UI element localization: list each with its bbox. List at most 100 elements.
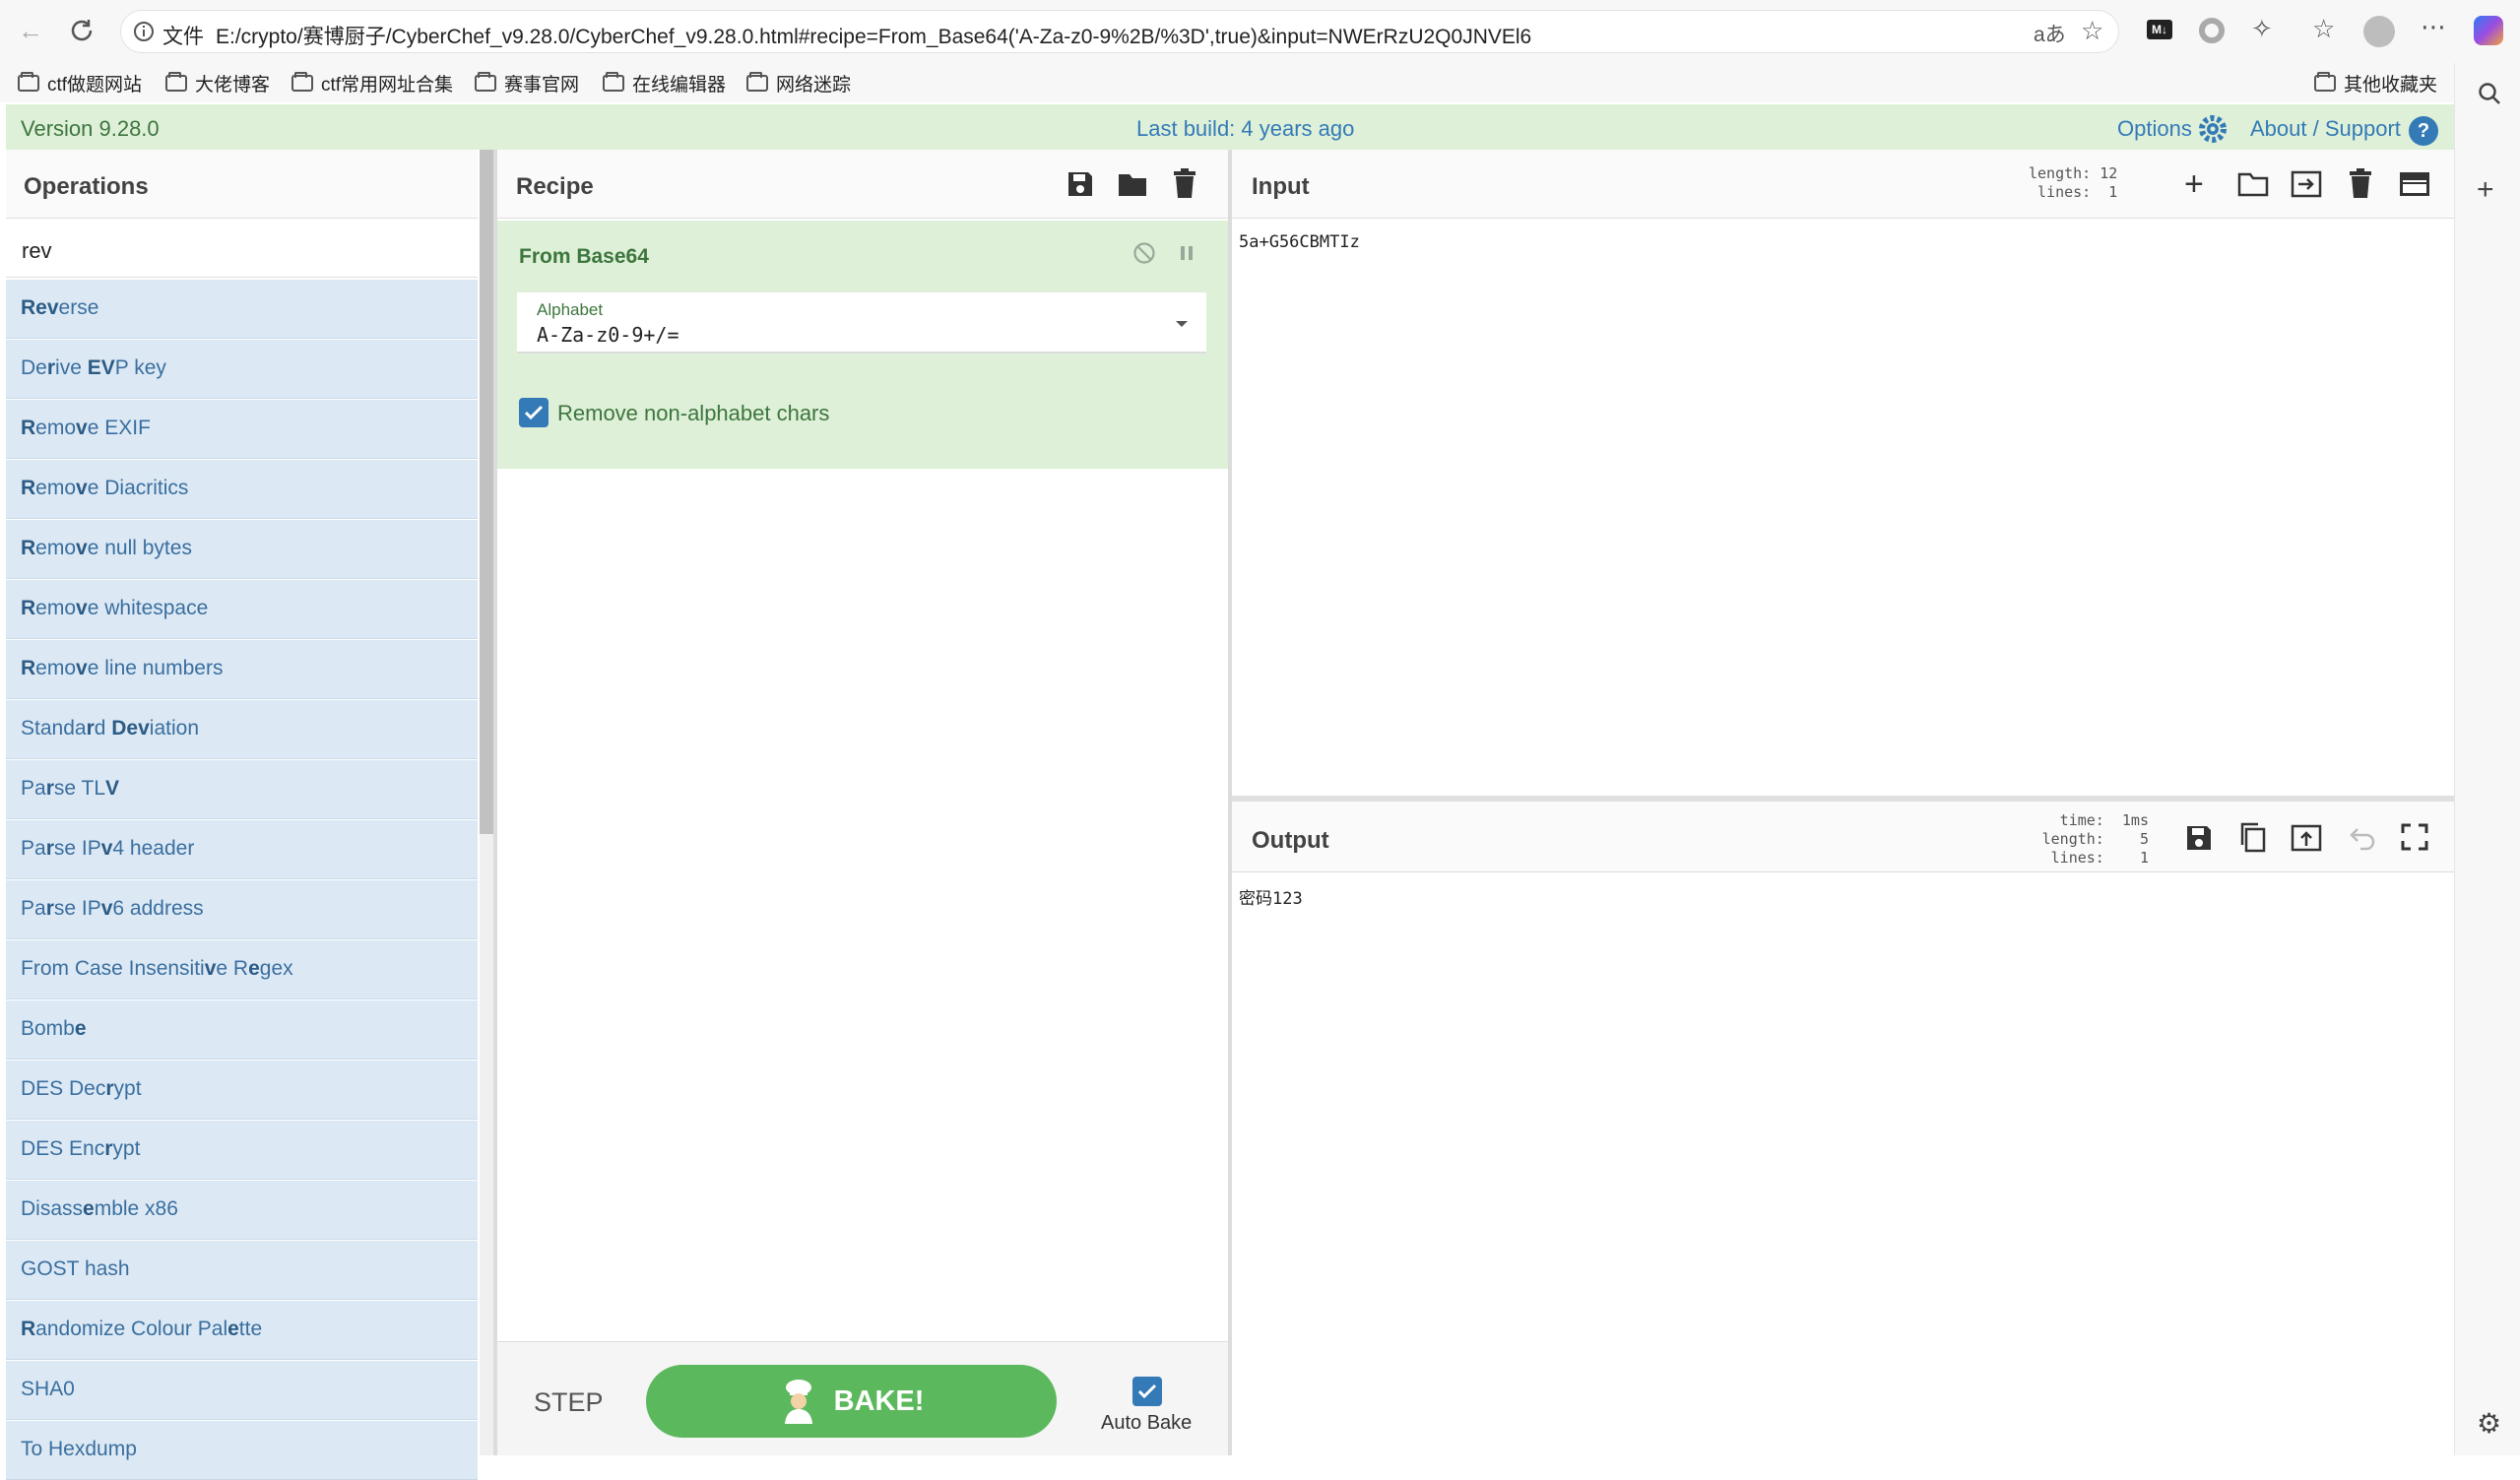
checkmark-icon xyxy=(524,405,544,420)
address-bar[interactable]: 文件 E:/crypto/赛博厨子/CyberChef_v9.28.0/Cybe… xyxy=(120,10,2119,53)
bookmark-item[interactable]: 在线编辑器 xyxy=(603,69,726,97)
browser-sidebar: + ⚙ xyxy=(2454,63,2520,1455)
copy-output-icon[interactable] xyxy=(2237,821,2267,853)
operation-item-text: d xyxy=(94,717,112,740)
operation-item[interactable]: Derive EVP key xyxy=(6,340,478,399)
operation-item-text: GOST hash xyxy=(21,1257,130,1280)
markdown-extension-icon[interactable]: M↓ xyxy=(2147,20,2172,39)
operations-search-input[interactable]: rev xyxy=(6,219,478,278)
save-output-icon[interactable] xyxy=(2184,823,2214,853)
options-gear-icon[interactable] xyxy=(2198,114,2228,144)
bookmark-item[interactable]: 赛事官网 xyxy=(475,69,579,97)
operation-item-match: r xyxy=(46,356,56,379)
record-extension-icon[interactable] xyxy=(2199,18,2225,43)
operation-item-text: e EXIF xyxy=(87,417,151,439)
profile-avatar[interactable] xyxy=(2363,16,2395,47)
last-build-link[interactable]: Last build: 4 years ago xyxy=(1136,116,1354,142)
output-text[interactable]: 密码123 xyxy=(1239,884,1303,909)
operation-item-text: Pa xyxy=(21,777,46,800)
operation-item[interactable]: Bombe xyxy=(6,1000,478,1060)
open-file-icon[interactable] xyxy=(2237,171,2269,197)
input-header xyxy=(1232,150,2454,219)
bookmark-item[interactable]: 大佬博客 xyxy=(165,69,270,97)
load-folder-icon[interactable] xyxy=(2291,169,2322,199)
operation-item-match: v xyxy=(76,477,88,499)
operation-item-text: Pa xyxy=(21,897,46,920)
clear-input-icon[interactable] xyxy=(2348,167,2373,199)
operation-item-match: e xyxy=(227,1318,239,1340)
operation-item[interactable]: Reverse xyxy=(6,280,478,339)
replace-input-icon[interactable] xyxy=(2291,823,2322,853)
operation-item-text: emo xyxy=(35,597,77,619)
operation-item-text: Standa xyxy=(21,717,87,740)
options-link[interactable]: Options xyxy=(2117,116,2192,142)
input-textarea[interactable]: 5a+G56CBMTIz xyxy=(1239,232,1360,252)
operation-item[interactable]: Remove Diacritics xyxy=(6,460,478,519)
operation-item-match: Rev xyxy=(21,296,59,319)
favorite-star-icon[interactable]: ☆ xyxy=(2081,18,2103,43)
operation-item[interactable]: Parse IPv6 address xyxy=(6,880,478,939)
version-label: Version 9.28.0 xyxy=(21,116,160,141)
operation-item[interactable]: SHA0 xyxy=(6,1361,478,1420)
bookmark-item[interactable]: ctf常用网址合集 xyxy=(291,69,453,97)
settings-gear-icon[interactable]: ⚙ xyxy=(2477,1410,2501,1438)
operation-item-text: emo xyxy=(35,477,77,499)
operation-item-match: r xyxy=(45,777,54,800)
extensions-puzzle-icon[interactable]: ✧ xyxy=(2251,16,2273,41)
undo-icon[interactable] xyxy=(2346,825,2375,851)
bake-button[interactable]: BAKE! xyxy=(646,1365,1057,1438)
operation-item-text: se TL xyxy=(53,777,106,800)
about-support-link[interactable]: About / Support xyxy=(2250,116,2401,142)
operation-item[interactable]: Remove EXIF xyxy=(6,400,478,459)
add-icon[interactable]: + xyxy=(2477,175,2494,205)
read-aloud-icon[interactable]: aあ xyxy=(2034,19,2066,48)
save-recipe-icon[interactable] xyxy=(1066,169,1095,199)
operation-item-text: P key xyxy=(114,356,166,379)
disable-operation-icon[interactable] xyxy=(1132,241,1156,265)
auto-bake-checkbox[interactable] xyxy=(1132,1377,1162,1406)
step-button[interactable]: STEP xyxy=(534,1387,604,1418)
output-title: Output xyxy=(1252,827,1329,854)
operation-item-match: r xyxy=(45,837,54,860)
reset-layout-icon[interactable] xyxy=(2399,171,2430,197)
copilot-icon[interactable] xyxy=(2474,16,2503,45)
checkmark-icon xyxy=(1137,1383,1157,1399)
more-menu-icon[interactable]: ⋯ xyxy=(2421,14,2446,39)
remove-non-alphabet-checkbox[interactable] xyxy=(519,398,549,427)
reload-icon[interactable] xyxy=(67,16,97,45)
back-arrow-icon[interactable]: ← xyxy=(18,18,43,43)
operation-item[interactable]: DES Encrypt xyxy=(6,1121,478,1180)
operation-item-text: SHA0 xyxy=(21,1378,75,1400)
chevron-down-icon[interactable] xyxy=(1176,321,1188,327)
maximize-output-icon[interactable] xyxy=(2401,823,2428,851)
bookmark-item[interactable]: ctf做题网站 xyxy=(18,69,142,97)
operation-item-match: V xyxy=(105,777,120,800)
operation-item[interactable]: DES Decrypt xyxy=(6,1061,478,1120)
operation-item-match: r xyxy=(45,897,54,920)
load-recipe-icon[interactable] xyxy=(1117,169,1148,199)
operation-item[interactable]: Parse IPv4 header xyxy=(6,820,478,879)
operation-item[interactable]: Disassemble x86 xyxy=(6,1181,478,1240)
add-tab-icon[interactable]: + xyxy=(2184,167,2204,201)
operation-item[interactable]: From Case Insensitive Regex xyxy=(6,940,478,999)
operation-item[interactable]: To Hexdump xyxy=(6,1421,478,1480)
favorites-icon[interactable]: ☆ xyxy=(2312,16,2335,41)
operation-item[interactable]: Parse TLV xyxy=(6,760,478,819)
search-icon[interactable] xyxy=(2477,81,2502,106)
operation-item[interactable]: Remove null bytes xyxy=(6,520,478,579)
operation-item-text: From Case Insensiti xyxy=(21,957,205,980)
info-icon[interactable] xyxy=(133,21,155,42)
help-icon[interactable]: ? xyxy=(2409,116,2438,146)
breakpoint-pause-icon[interactable] xyxy=(1178,244,1195,262)
bookmark-item[interactable]: 网络迷踪 xyxy=(746,69,851,97)
operation-item[interactable]: GOST hash xyxy=(6,1241,478,1300)
operation-item-text: e null bytes xyxy=(87,537,192,559)
operation-item[interactable]: Remove whitespace xyxy=(6,580,478,639)
operations-scrollbar-thumb[interactable] xyxy=(480,150,493,834)
operation-item[interactable]: Randomize Colour Palette xyxy=(6,1301,478,1360)
clear-recipe-icon[interactable] xyxy=(1172,167,1197,199)
operation-item[interactable]: Standard Deviation xyxy=(6,700,478,759)
operation-item[interactable]: Remove line numbers xyxy=(6,640,478,699)
url-text[interactable]: E:/crypto/赛博厨子/CyberChef_v9.28.0/CyberCh… xyxy=(216,21,1531,50)
other-bookmarks[interactable]: 其他收藏夹 xyxy=(2314,69,2437,97)
